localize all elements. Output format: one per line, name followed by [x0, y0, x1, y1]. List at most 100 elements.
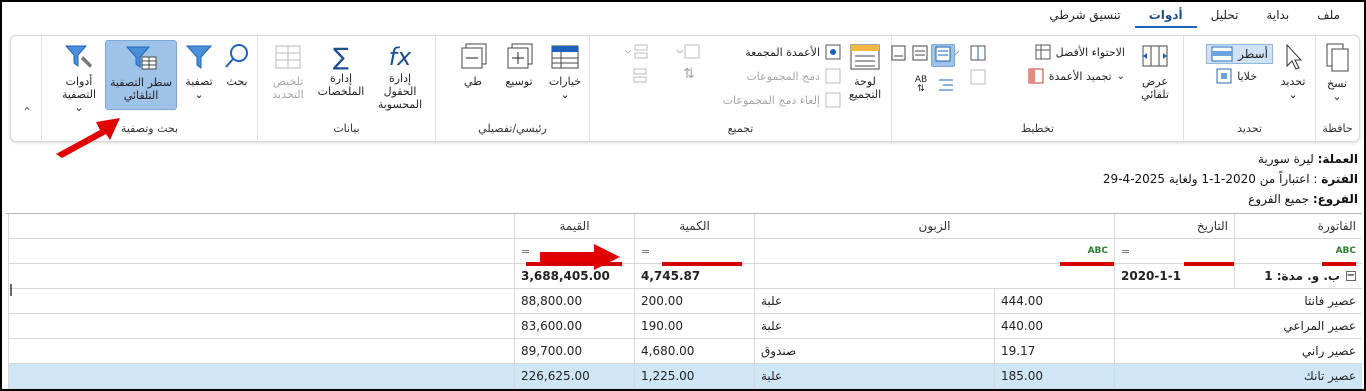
options-button[interactable]: خيارات ⌄ [545, 42, 585, 101]
equals-icon: = [521, 244, 531, 258]
menu-bar: ملف بداية تحليل أدوات تنسيق شرطي [1035, 6, 1354, 28]
group-row-invoice[interactable]: − ب. و. مدة: 1 [1234, 264, 1362, 289]
summary-grid-icon [275, 45, 301, 69]
currency-label: العملة: [1317, 152, 1358, 166]
filter-cell-empty [8, 239, 514, 264]
cell-qty: 190.00 [634, 314, 754, 339]
group-layout: عرض تلقائي الاحتواء الأفضل ⌄ تجميد الأعم… [891, 36, 1183, 141]
cell-empty [8, 364, 514, 389]
grouping-small-2[interactable] [621, 44, 655, 63]
group-label-selection: تحديد [1237, 122, 1262, 135]
cell-value: 88,800.00 [514, 289, 634, 314]
layout-small-2[interactable] [967, 68, 989, 89]
filter-tools-icon [64, 45, 92, 68]
menu-file[interactable]: ملف [1303, 6, 1354, 28]
merge-icon [825, 68, 841, 84]
group-panel-button[interactable]: لوحة التجميع [843, 42, 887, 101]
align-disabled-icon [970, 69, 986, 85]
header-qty[interactable]: الكمية [634, 214, 754, 239]
collapse-group-icon[interactable]: − [1346, 271, 1356, 281]
column-width-icon [1142, 45, 1168, 67]
group-row-empty [8, 264, 514, 289]
grouped-columns-button[interactable]: الأعمدة المجمعة [745, 44, 841, 60]
summary-selection-button[interactable]: تلخيص التحديد [263, 42, 313, 101]
cell-empty [8, 314, 514, 339]
header-date[interactable]: التاريخ [1114, 214, 1234, 239]
collapse-ribbon-button[interactable]: ⌃ [17, 106, 37, 119]
cursor-icon [1286, 43, 1303, 70]
unmerge-groups-button[interactable]: إلغاء دمج المجموعات [723, 92, 841, 108]
select-cells-button[interactable]: خلايا [1216, 68, 1257, 84]
layout-compact-button[interactable] [931, 44, 955, 67]
sort-ab-icon: AB ⇅ [914, 75, 928, 94]
group-label-layout: تخطيط [1021, 122, 1054, 135]
search-icon [225, 44, 248, 68]
sort-ab-button[interactable]: AB ⇅ [909, 76, 933, 94]
filter-cell-qty[interactable]: = [634, 239, 754, 264]
sort-icon: ⇅ [683, 66, 695, 82]
menu-analysis[interactable]: تحليل [1197, 6, 1253, 28]
abc-icon: ABC [1335, 246, 1356, 256]
equals-icon: = [641, 244, 651, 258]
filter-button[interactable]: تصفية ⌄ [179, 42, 219, 101]
cells-icon [1216, 68, 1232, 84]
cell-invoice: عصير تانك [1114, 364, 1362, 389]
select-button[interactable]: تحديد ⌄ [1275, 42, 1311, 101]
auto-filter-row-button[interactable]: سطر التصفية التلقائي [105, 40, 177, 110]
bestfit-button[interactable]: الاحتواء الأفضل [1035, 44, 1125, 60]
filter-cell-customer[interactable]: ABC [754, 239, 1114, 264]
cell-qty: 4,680.00 [634, 339, 754, 364]
layout-tabular-button[interactable] [909, 44, 931, 65]
unmerge-icon [825, 92, 841, 108]
merge-groups-button[interactable]: دمج المجموعات [746, 68, 841, 84]
summaries-button[interactable]: ∑ إدارة الملخصات [315, 42, 367, 98]
cell-qty: 1,225.00 [634, 364, 754, 389]
filter-cell-date[interactable]: = [1114, 239, 1234, 264]
cell-price: 440.00 [994, 314, 1114, 339]
freeze-icon [1028, 68, 1044, 84]
equals-icon: = [1121, 244, 1131, 258]
menu-home[interactable]: بداية [1252, 6, 1303, 28]
group-row-qty: 4,745.87 [634, 264, 754, 289]
layout-outline-button[interactable] [891, 44, 907, 65]
cell-unit: صندوق [754, 339, 994, 364]
select-rows-button[interactable]: أسطر [1206, 44, 1273, 64]
expand-button[interactable]: توسيع [499, 42, 539, 88]
menu-tools[interactable]: أدوات [1134, 6, 1197, 28]
grouping-small-3[interactable] [627, 68, 651, 87]
group-selection: تحديد ⌄ أسطر خلايا تحديد [1183, 36, 1315, 141]
grouping-small-1[interactable] [673, 44, 707, 63]
scroll-indicator[interactable] [10, 284, 12, 296]
copy-button[interactable]: نسخ ⌄ [1317, 42, 1357, 103]
cell-unit: علبة [754, 289, 994, 314]
header-value[interactable]: القيمة [514, 214, 634, 239]
filter-row-icon [125, 46, 157, 70]
period-line: الفترة : اعتباراً من 2020-1-1 ولغاية 202… [1103, 172, 1358, 186]
autowidth-button[interactable]: عرض تلقائي [1131, 42, 1179, 101]
header-customer[interactable]: الزبون [754, 214, 1114, 239]
cell-invoice: عصير المراعي [1114, 314, 1362, 339]
grouping-sort-button[interactable]: ⇅ [677, 66, 701, 82]
filter-cell-invoice[interactable]: ABC [1234, 239, 1362, 264]
header-empty [8, 214, 514, 239]
currency-line: العملة: ليرة سورية [1258, 152, 1358, 166]
cell-price: 185.00 [994, 364, 1114, 389]
collapse-button[interactable]: طي [453, 42, 493, 88]
group-grouping: لوحة التجميع الأعمدة المجمعة دمج المجموع… [589, 36, 891, 141]
chevron-up-icon: ⌃ [21, 105, 33, 119]
options-table-icon [551, 45, 579, 69]
filter-tools-button[interactable]: أدوات التصفية ⌄ [53, 42, 105, 114]
layout-small-1[interactable] [967, 44, 989, 65]
freeze-columns-button[interactable]: ⌄ تجميد الأعمدة [1028, 68, 1125, 84]
header-invoice[interactable]: الفاتورة [1234, 214, 1362, 239]
cell-qty: 200.00 [634, 289, 754, 314]
app-window: ملف بداية تحليل أدوات تنسيق شرطي نسخ ⌄ حا… [0, 0, 1366, 391]
outline-layout-icon [891, 45, 906, 61]
cell-empty [8, 339, 514, 364]
layout-list-icon-button[interactable] [935, 76, 957, 97]
menu-conditional-format[interactable]: تنسيق شرطي [1035, 6, 1134, 28]
search-button[interactable]: بحث [221, 42, 253, 88]
calc-fields-button[interactable]: fx إدارة الحقول المحسوبة [371, 42, 429, 111]
data-grid: الفاتورة التاريخ الزبون الكمية القيمة AB… [6, 213, 1362, 391]
compact-layout-icon [935, 46, 951, 62]
